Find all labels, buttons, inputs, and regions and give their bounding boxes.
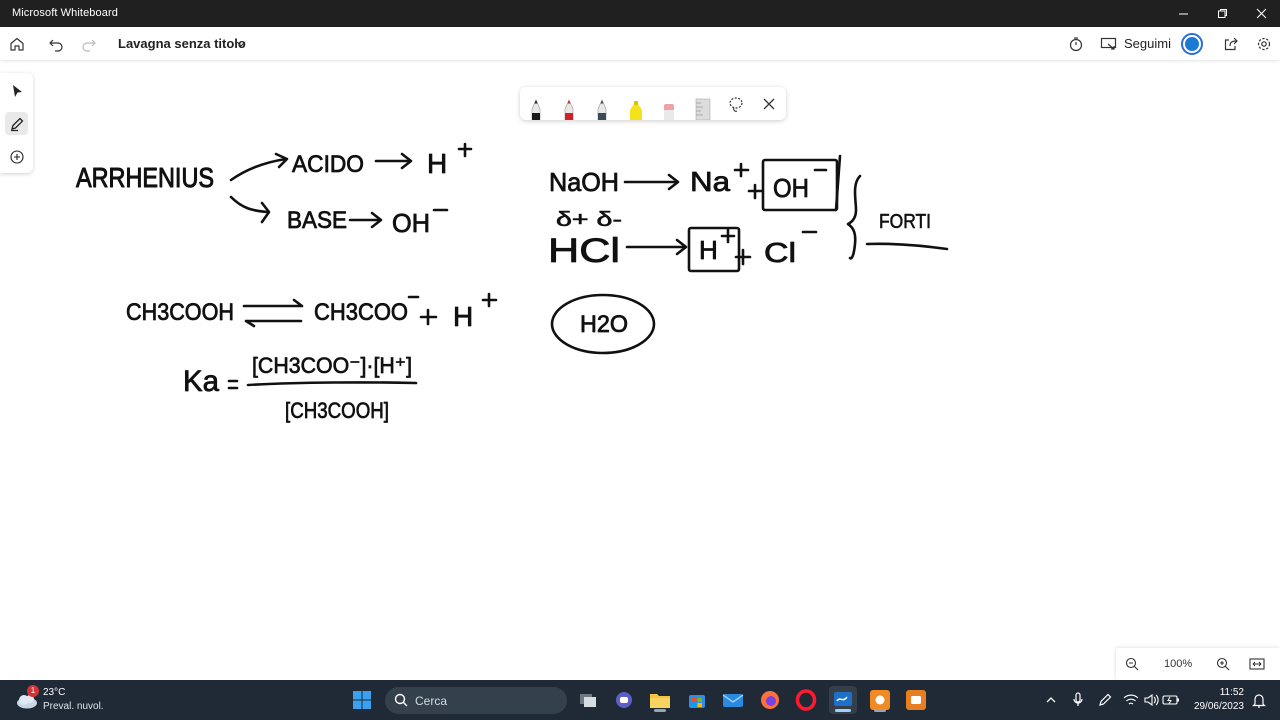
ink-arrhenius: ARRHENIUS (76, 162, 215, 194)
ink-text-na-plus: Na (690, 166, 730, 197)
zoom-in-icon[interactable] (1215, 656, 1231, 672)
ruler[interactable] (694, 96, 711, 121)
mail-icon[interactable] (719, 686, 747, 714)
select-icon[interactable] (5, 79, 28, 102)
file-explorer-icon[interactable] (646, 686, 674, 714)
blue-gray-pen[interactable] (594, 96, 610, 121)
task-view-icon[interactable] (574, 686, 602, 714)
zoom-level: 100% (1164, 658, 1193, 670)
avatar[interactable] (1181, 33, 1203, 55)
redo-icon[interactable] (79, 34, 99, 54)
ink-text-base: BASE (287, 207, 347, 234)
opera-icon[interactable] (792, 686, 820, 714)
present-icon[interactable] (1099, 34, 1119, 54)
lasso-icon[interactable] (728, 95, 744, 113)
app-orange-icon[interactable] (866, 686, 894, 714)
tool-rail (0, 73, 33, 173)
teams-icon[interactable] (610, 686, 638, 714)
ink-text-ka-numerator: [CH3COO⁻]·[H⁺] (252, 353, 412, 378)
follow-button[interactable]: Seguimi (1124, 36, 1171, 51)
ink-equilibrium-arrows (242, 298, 304, 308)
ink-text-h-plus-2: H (453, 301, 473, 332)
zoom-out-icon[interactable] (1124, 656, 1140, 672)
search-placeholder: Cerca (415, 694, 448, 708)
clock-time[interactable]: 11:52 (1208, 687, 1244, 698)
ink-palette (520, 87, 786, 121)
ink-text-oh-boxed: OH (773, 173, 809, 203)
store-icon[interactable] (683, 686, 711, 714)
ink-text-hcl: HCl (548, 232, 620, 270)
ink-text-ch3cooh: CH3COOH (126, 299, 234, 326)
app-orange2-icon[interactable] (902, 686, 930, 714)
restore-icon[interactable] (1203, 0, 1241, 27)
ink-brace (846, 174, 862, 260)
ink-text-ka: Ka (183, 365, 219, 398)
ink-text-arrhenius: ARRHENIUS (76, 162, 214, 193)
window-title: Microsoft Whiteboard (12, 7, 118, 19)
add-icon[interactable] (5, 145, 28, 168)
whiteboard-canvas[interactable]: ARRHENIUS ACIDO H BASE OH NaOH Na OH δ+ … (0, 60, 1280, 680)
whiteboard-window: Microsoft Whiteboard Lavagna senza titol… (0, 0, 1280, 720)
app-toolbar: Lavagna senza titolo Seguimi (0, 27, 1280, 60)
black-pen[interactable] (528, 96, 544, 121)
weather-desc[interactable]: Preval. nuvol. (43, 701, 104, 712)
taskbar: 1 23°C Preval. nuvol. Cerca 11:52 29/06/… (0, 680, 1280, 720)
battery-icon[interactable] (1162, 691, 1180, 709)
title-bar: Microsoft Whiteboard (0, 0, 1280, 27)
mic-icon[interactable] (1069, 691, 1087, 709)
timer-icon[interactable] (1066, 34, 1086, 54)
weather-temp[interactable]: 23°C (43, 687, 65, 698)
board-title[interactable]: Lavagna senza titolo (118, 36, 246, 51)
ink-arrow-acido (229, 157, 288, 182)
fit-icon[interactable] (1249, 656, 1265, 672)
pen-icon[interactable] (5, 112, 28, 135)
pen-tray-icon[interactable] (1096, 691, 1114, 709)
eraser[interactable] (661, 96, 677, 120)
weather-badge: 1 (27, 685, 39, 697)
undo-icon[interactable] (46, 34, 66, 54)
yellow-highlighter[interactable] (627, 96, 643, 120)
settings-icon[interactable] (1254, 34, 1274, 54)
ink-text-ka-denominator: [CH3COOH] (285, 398, 389, 423)
ink-text-forti: FORTI (879, 211, 931, 233)
ink-layer: ARRHENIUS ACIDO H BASE OH NaOH Na OH δ+ … (76, 142, 949, 423)
zoom-control: 100% (1116, 648, 1280, 680)
ink-text-cl-minus: Cl (764, 237, 796, 268)
ink-text-h2o: H2O (580, 311, 628, 338)
ink-text-naoh: NaOH (549, 167, 619, 197)
minimize-icon[interactable] (1164, 0, 1202, 27)
share-icon[interactable] (1221, 34, 1241, 54)
volume-icon[interactable] (1142, 691, 1160, 709)
home-icon[interactable] (7, 34, 27, 54)
ink-text-acido: ACIDO (292, 151, 364, 178)
notification-icon[interactable] (1250, 691, 1268, 709)
clock-date[interactable]: 29/06/2023 (1186, 701, 1244, 712)
whiteboard-icon[interactable] (829, 686, 857, 714)
start-icon[interactable] (348, 686, 376, 714)
ink-text-h-boxed: H (699, 235, 718, 265)
ink-text-h-plus: H (427, 148, 447, 179)
ink-text-oh-minus: OH (392, 208, 430, 238)
search-icon (394, 693, 408, 707)
close-palette-icon[interactable] (762, 97, 778, 111)
ink-fraction-line (246, 381, 418, 387)
red-pen[interactable] (561, 96, 577, 121)
chevron-down-icon[interactable] (235, 37, 247, 49)
firefox-icon[interactable] (756, 686, 784, 714)
ink-text-delta: δ+ δ- (556, 209, 622, 231)
wifi-icon[interactable] (1122, 691, 1140, 709)
close-icon[interactable] (1242, 0, 1280, 27)
ink-text-ch3coo-minus: CH3COO (314, 299, 408, 326)
chevron-up-icon[interactable] (1042, 691, 1060, 709)
search-box[interactable]: Cerca (385, 687, 567, 714)
